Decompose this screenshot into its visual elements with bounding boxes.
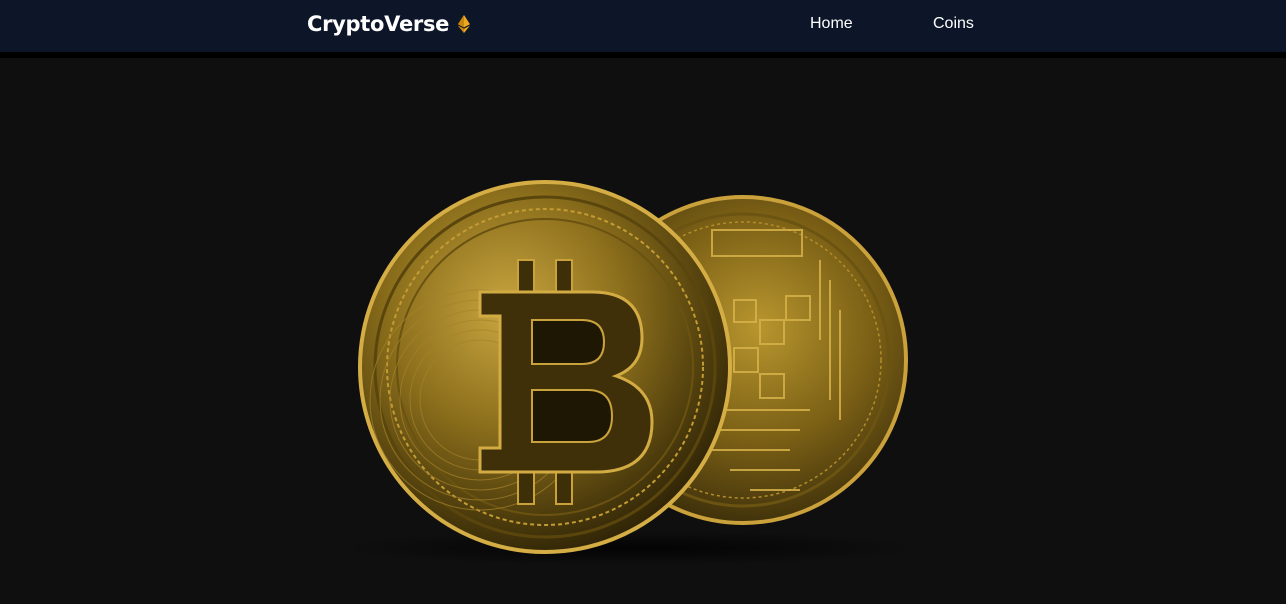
front-coin xyxy=(358,180,732,554)
nav-home-link[interactable]: Home xyxy=(810,15,853,33)
bitcoin-coins-image xyxy=(340,180,920,566)
navbar: CryptoVerse Home Coins xyxy=(0,0,1286,52)
brand-logo-link[interactable]: CryptoVerse xyxy=(307,12,471,36)
brand-name: CryptoVerse xyxy=(307,12,450,36)
nav-coins-link[interactable]: Coins xyxy=(933,15,974,33)
ethereum-icon xyxy=(458,15,471,33)
